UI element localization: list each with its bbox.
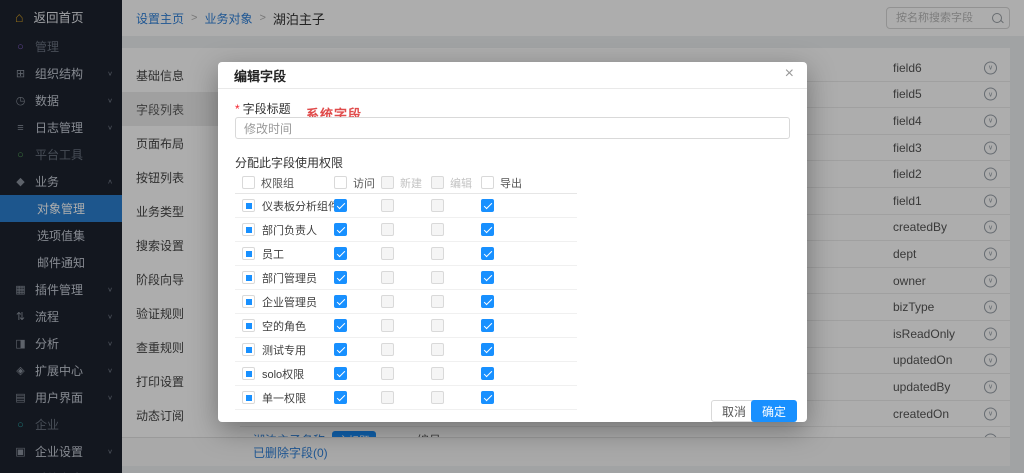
export-checkbox[interactable] [481, 295, 494, 308]
edit-checkbox[interactable] [431, 199, 444, 212]
permission-group-label: 测试专用 [262, 342, 306, 358]
column-create-label: 新建 [400, 175, 422, 191]
export-checkbox[interactable] [481, 343, 494, 356]
permission-group-label: 员工 [262, 246, 284, 262]
field-title-input[interactable] [235, 117, 790, 139]
group-checkbox[interactable] [242, 391, 255, 404]
edit-checkbox[interactable] [431, 295, 444, 308]
column-export-label: 导出 [500, 175, 522, 191]
group-checkbox[interactable] [242, 367, 255, 380]
visit-checkbox[interactable] [334, 391, 347, 404]
column-visit-label: 访问 [353, 175, 375, 191]
field-title-text: 字段标题 [243, 102, 291, 116]
field-title-label: *字段标题 [235, 100, 291, 117]
visit-checkbox[interactable] [334, 271, 347, 284]
edit-checkbox[interactable] [431, 319, 444, 332]
create-checkbox[interactable] [381, 391, 394, 404]
export-checkbox[interactable] [481, 247, 494, 260]
export-checkbox[interactable] [481, 319, 494, 332]
group-checkbox[interactable] [242, 223, 255, 236]
permission-group-label: solo权限 [262, 366, 304, 382]
permission-row: 仪表板分析组件 [235, 194, 577, 218]
create-checkbox[interactable] [381, 343, 394, 356]
edit-checkbox[interactable] [431, 271, 444, 284]
edit-checkbox[interactable] [431, 367, 444, 380]
permission-row: 部门管理员 [235, 266, 577, 290]
select-all-create-checkbox[interactable] [381, 176, 394, 189]
visit-checkbox[interactable] [334, 367, 347, 380]
create-checkbox[interactable] [381, 367, 394, 380]
permission-group-label: 空的角色 [262, 318, 306, 334]
select-all-visit-checkbox[interactable] [334, 176, 347, 189]
modal-header: 编辑字段 [218, 62, 807, 89]
permission-row: 部门负责人 [235, 218, 577, 242]
permissions-table: 权限组 访问 新建 编辑 导出 仪表板分析组件 部门负责人 员工 [235, 172, 577, 410]
export-checkbox[interactable] [481, 367, 494, 380]
export-checkbox[interactable] [481, 271, 494, 284]
edit-checkbox[interactable] [431, 343, 444, 356]
export-checkbox[interactable] [481, 223, 494, 236]
assign-permissions-label: 分配此字段使用权限 [235, 154, 343, 171]
ok-button[interactable]: 确定 [751, 400, 797, 422]
permission-group-label: 仪表板分析组件 [262, 198, 339, 214]
permission-row: 测试专用 [235, 338, 577, 362]
close-icon[interactable]: × [785, 66, 794, 82]
permission-group-label: 部门负责人 [262, 222, 317, 238]
visit-checkbox[interactable] [334, 247, 347, 260]
edit-checkbox[interactable] [431, 223, 444, 236]
create-checkbox[interactable] [381, 223, 394, 236]
permission-row: 企业管理员 [235, 290, 577, 314]
permission-row: 员工 [235, 242, 577, 266]
create-checkbox[interactable] [381, 295, 394, 308]
create-checkbox[interactable] [381, 199, 394, 212]
group-checkbox[interactable] [242, 319, 255, 332]
create-checkbox[interactable] [381, 319, 394, 332]
edit-checkbox[interactable] [431, 247, 444, 260]
permissions-header-row: 权限组 访问 新建 编辑 导出 [235, 172, 577, 194]
column-edit-label: 编辑 [450, 175, 472, 191]
column-group-label: 权限组 [261, 175, 294, 191]
visit-checkbox[interactable] [334, 199, 347, 212]
select-all-edit-checkbox[interactable] [431, 176, 444, 189]
modal-title: 编辑字段 [234, 66, 286, 85]
create-checkbox[interactable] [381, 271, 394, 284]
permission-group-label: 部门管理员 [262, 270, 317, 286]
visit-checkbox[interactable] [334, 319, 347, 332]
permission-row: 空的角色 [235, 314, 577, 338]
group-checkbox[interactable] [242, 247, 255, 260]
permission-row: solo权限 [235, 362, 577, 386]
create-checkbox[interactable] [381, 247, 394, 260]
visit-checkbox[interactable] [334, 223, 347, 236]
edit-field-modal: 编辑字段 × *字段标题 系统字段 分配此字段使用权限 权限组 访问 新建 编辑… [218, 62, 807, 422]
visit-checkbox[interactable] [334, 343, 347, 356]
select-all-export-checkbox[interactable] [481, 176, 494, 189]
export-checkbox[interactable] [481, 391, 494, 404]
group-checkbox[interactable] [242, 295, 255, 308]
permission-group-label: 单一权限 [262, 390, 306, 406]
group-checkbox[interactable] [242, 271, 255, 284]
group-checkbox[interactable] [242, 343, 255, 356]
export-checkbox[interactable] [481, 199, 494, 212]
permission-group-label: 企业管理员 [262, 294, 317, 310]
edit-checkbox[interactable] [431, 391, 444, 404]
select-all-groups-checkbox[interactable] [242, 176, 255, 189]
permission-row: 单一权限 [235, 386, 577, 410]
group-checkbox[interactable] [242, 199, 255, 212]
required-asterisk: * [235, 102, 240, 116]
visit-checkbox[interactable] [334, 295, 347, 308]
